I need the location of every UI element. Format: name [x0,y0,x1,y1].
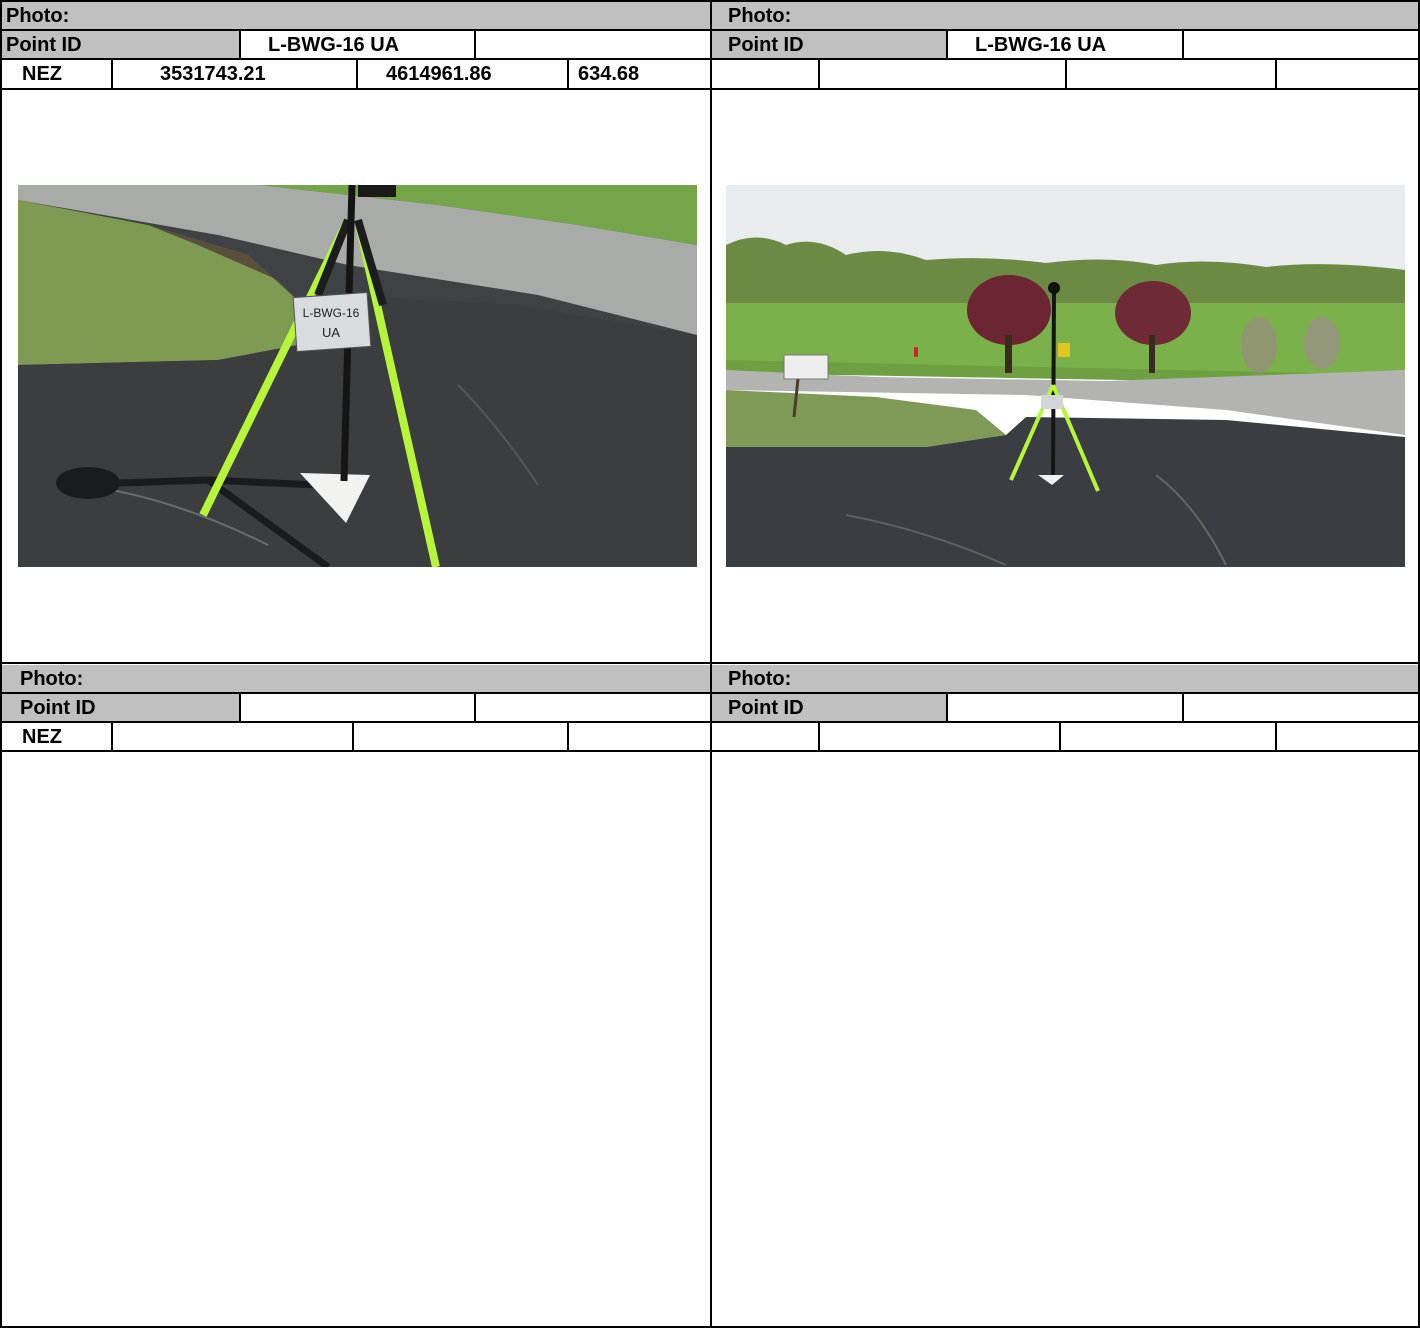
point-id-label: Point ID [20,697,96,719]
survey-photo-wide [726,185,1405,567]
sign-text-line2: UA [322,325,340,340]
photo-label: Photo: [728,668,792,690]
point-id-value: L-BWG-16 UA [268,34,400,56]
point-id-label: Point ID [728,34,804,56]
photo-label: Photo: [728,5,792,27]
point-id-value: L-BWG-16 UA [975,34,1107,56]
sign-text-line1: L-BWG-16 [303,306,360,320]
point-id-label: Point ID [6,34,82,56]
nez-label: NEZ [22,63,62,85]
easting-value: 4614961.86 [386,63,492,85]
photo-label: Photo: [20,668,84,690]
photo-label: Photo: [6,5,70,27]
survey-photo-closeup: L-BWG-16 UA [18,185,697,567]
elevation-value: 634.68 [578,63,640,85]
point-id-label: Point ID [728,697,804,719]
nez-label: NEZ [22,726,62,748]
northing-value: 3531743.21 [160,63,266,85]
